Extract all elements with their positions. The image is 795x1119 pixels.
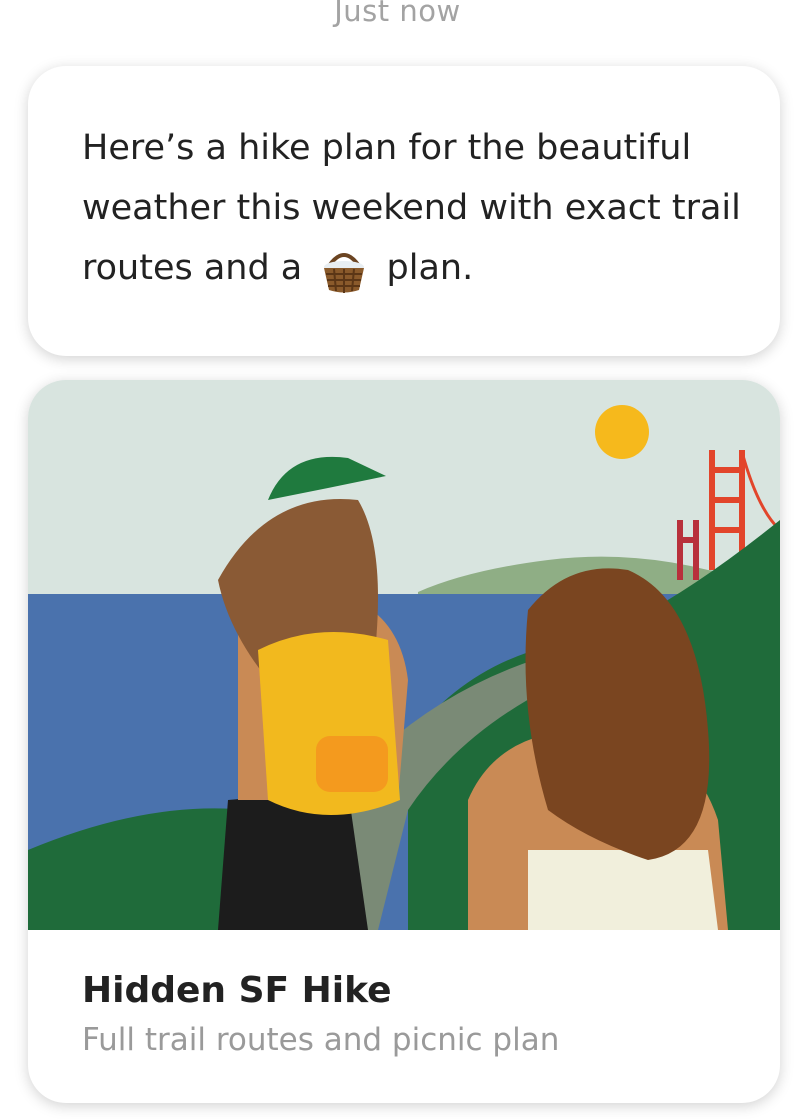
sun-icon: [595, 405, 649, 459]
card-title: Hidden SF Hike: [82, 970, 392, 1011]
picnic-basket-icon: [324, 253, 365, 293]
hikers-golden-gate-illustration: [28, 380, 780, 930]
message-timestamp: Just now: [334, 0, 461, 28]
message-bubble[interactable]: Here’s a hike plan for the beautiful wea…: [28, 66, 780, 356]
card-subtitle: Full trail routes and picnic plan: [82, 1022, 560, 1058]
message-text-after: plan.: [386, 248, 474, 288]
message-text: Here’s a hike plan for the beautiful wea…: [82, 118, 762, 298]
hike-plan-card[interactable]: Hidden SF Hike Full trail routes and pic…: [28, 380, 780, 1103]
